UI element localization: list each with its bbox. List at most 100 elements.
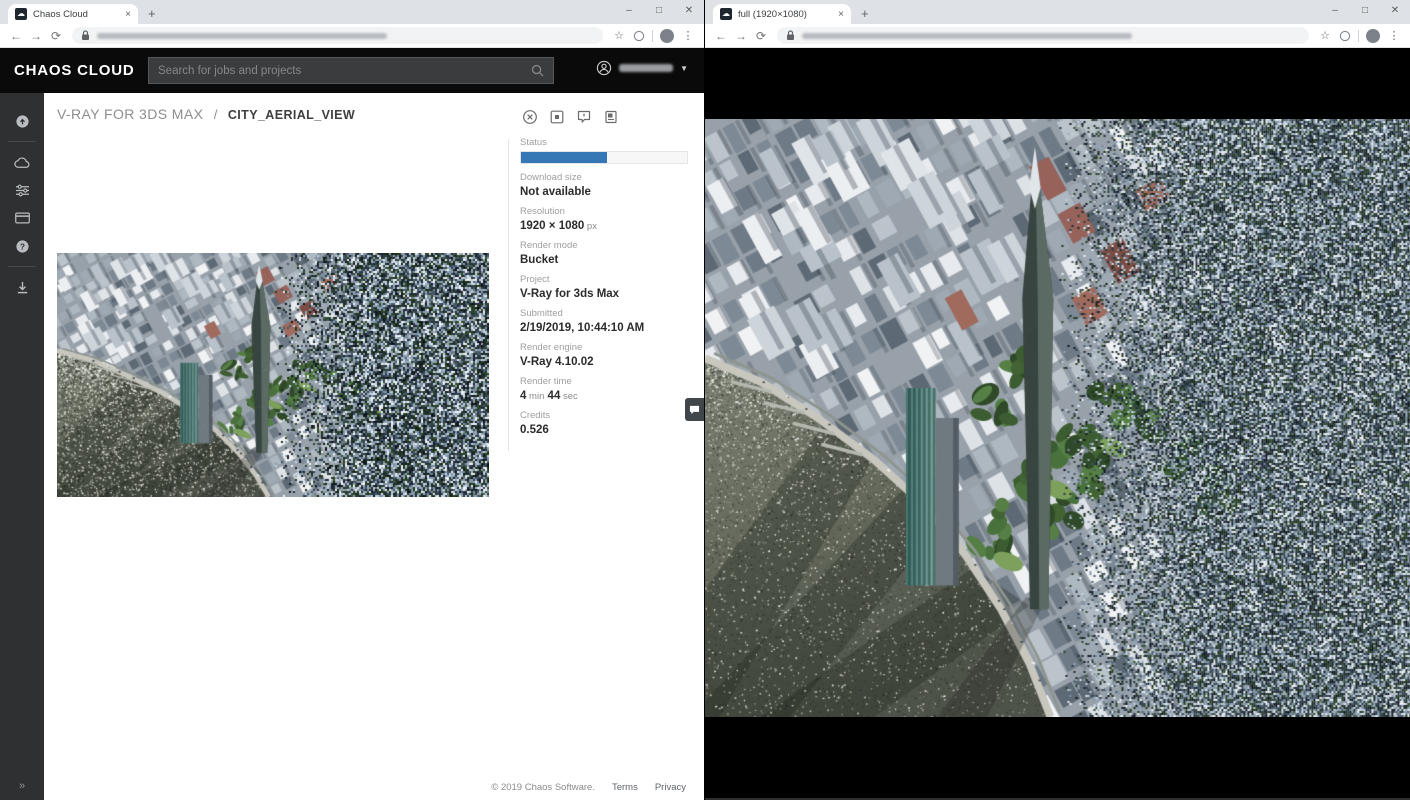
detail-render-time: Render time4 min 44 sec	[520, 376, 692, 402]
toolbar-separator	[1358, 30, 1359, 42]
tab-close-icon[interactable]: ×	[838, 9, 844, 20]
chevron-down-icon: ▼	[680, 64, 688, 73]
status-progress-fill	[521, 152, 607, 163]
detail-value: V-Ray for 3ds Max	[520, 288, 692, 300]
detail-credits: Credits 0.526	[520, 410, 692, 436]
maximize-button[interactable]: □	[1350, 0, 1380, 24]
detail-label: Render mode	[520, 240, 692, 251]
tab-title: Chaos Cloud	[33, 9, 121, 20]
sidebar: ? »	[0, 93, 44, 800]
detail-label: Credits	[520, 410, 692, 421]
chaos-cloud-favicon: ☁	[15, 8, 27, 20]
new-tab-button[interactable]: +	[148, 6, 156, 21]
new-tab-button[interactable]: +	[861, 6, 869, 21]
browser-toolbar: ← → ⟳ ☆ ⋮	[0, 24, 704, 48]
detail-render-engine: Render engineV-Ray 4.10.02	[520, 342, 692, 368]
browser-menu-icon[interactable]: ⋮	[1384, 29, 1404, 42]
tab-full-image[interactable]: ☁ full (1920×1080) ×	[713, 4, 851, 24]
window-controls: – □ ✕	[614, 0, 704, 24]
detail-label: Resolution	[520, 206, 692, 217]
sidebar-item-cloud[interactable]	[0, 148, 44, 176]
sidebar-item-downloads[interactable]	[0, 273, 44, 301]
forward-icon[interactable]: →	[26, 29, 46, 43]
tab-close-icon[interactable]: ×	[125, 9, 131, 20]
detail-label: Render engine	[520, 342, 692, 353]
extension-icon[interactable]	[1335, 30, 1355, 42]
sidebar-expand-icon[interactable]: »	[0, 780, 44, 792]
browser-window-full-image: ☁ full (1920×1080) × + – □ ✕ ← → ⟳ ☆ ⋮	[705, 0, 1410, 800]
close-button[interactable]: ✕	[1380, 0, 1410, 24]
report-problem-icon[interactable]	[576, 109, 592, 125]
sidebar-divider	[8, 141, 36, 142]
breadcrumb-project-link[interactable]: V-RAY FOR 3DS MAX	[57, 106, 203, 122]
profile-avatar[interactable]	[660, 29, 674, 43]
bookmark-star-icon[interactable]: ☆	[609, 29, 629, 42]
job-detail-page: V-RAY FOR 3DS MAX / CITY_AERIAL_VIEW	[44, 93, 704, 800]
window-controls: – □ ✕	[1320, 0, 1410, 24]
chaos-cloud-favicon: ☁	[720, 8, 732, 20]
reload-icon[interactable]: ⟳	[46, 29, 66, 43]
detail-label: Status	[520, 137, 692, 148]
render-thumbnail[interactable]	[57, 253, 489, 497]
browser-window-chaos-cloud: ☁ Chaos Cloud × + – □ ✕ ← → ⟳ ☆ ⋮	[0, 0, 704, 800]
feedback-bubble-icon	[689, 405, 700, 415]
stop-job-icon[interactable]	[549, 109, 565, 125]
svg-text:?: ?	[19, 241, 24, 251]
url-redacted	[802, 33, 1132, 39]
detail-value: 2/19/2019, 10:44:10 AM	[520, 322, 692, 334]
detail-resolution: Resolution1920 × 1080 px	[520, 206, 692, 232]
detail-value: 0.526	[520, 424, 692, 436]
tab-chaos-cloud[interactable]: ☁ Chaos Cloud ×	[8, 4, 138, 24]
image-viewer	[705, 48, 1410, 800]
sidebar-item-help[interactable]: ?	[0, 232, 44, 260]
detail-render-mode: Render modeBucket	[520, 240, 692, 266]
titlebar[interactable]: ☁ Chaos Cloud × + – □ ✕	[0, 0, 704, 24]
status-progress-bar	[520, 151, 688, 164]
sidebar-item-billing[interactable]	[0, 204, 44, 232]
minimize-button[interactable]: –	[614, 0, 644, 24]
back-icon[interactable]: ←	[711, 29, 731, 43]
sidebar-item-jobs[interactable]	[0, 176, 44, 204]
forward-icon[interactable]: →	[731, 29, 751, 43]
bookmark-star-icon[interactable]: ☆	[1315, 29, 1335, 42]
sidebar-item-render[interactable]	[0, 107, 44, 135]
lock-icon	[786, 30, 795, 41]
maximize-button[interactable]: □	[644, 0, 674, 24]
titlebar[interactable]: ☁ full (1920×1080) × + – □ ✕	[705, 0, 1410, 24]
user-menu[interactable]: ▼	[596, 60, 688, 76]
privacy-link[interactable]: Privacy	[655, 782, 686, 793]
back-icon[interactable]: ←	[6, 29, 26, 43]
address-bar[interactable]	[777, 27, 1309, 44]
full-render-image	[705, 119, 1410, 717]
close-button[interactable]: ✕	[674, 0, 704, 24]
toolbar-separator	[652, 30, 653, 42]
detail-value: 4 min 44 sec	[520, 390, 692, 402]
job-actions	[522, 109, 619, 125]
terms-link[interactable]: Terms	[612, 782, 638, 793]
cancel-job-icon[interactable]	[522, 109, 538, 125]
user-icon	[596, 60, 612, 76]
panel-divider	[508, 139, 509, 451]
url-redacted	[97, 33, 387, 39]
detail-submitted: Submitted2/19/2019, 10:44:10 AM	[520, 308, 692, 334]
page-footer: © 2019 Chaos Software. Terms Privacy	[491, 782, 686, 793]
extension-icon[interactable]	[629, 30, 649, 42]
chaos-cloud-logo[interactable]: CHAOS CLOUD	[14, 62, 134, 79]
sidebar-divider	[8, 266, 36, 267]
minimize-button[interactable]: –	[1320, 0, 1350, 24]
search-icon[interactable]	[531, 64, 544, 77]
detail-status: Status	[520, 137, 692, 164]
search-input[interactable]	[158, 65, 531, 77]
copyright-text: © 2019 Chaos Software.	[491, 782, 595, 793]
profile-avatar[interactable]	[1366, 29, 1380, 43]
address-bar[interactable]	[72, 27, 603, 44]
tab-title: full (1920×1080)	[738, 9, 834, 20]
search-box[interactable]	[148, 57, 554, 84]
reload-icon[interactable]: ⟳	[751, 29, 771, 43]
lock-icon	[81, 30, 90, 41]
job-report-icon[interactable]	[603, 109, 619, 125]
feedback-tab[interactable]	[685, 398, 704, 421]
detail-value: Not available	[520, 186, 692, 198]
detail-download-size: Download sizeNot available	[520, 172, 692, 198]
browser-menu-icon[interactable]: ⋮	[678, 29, 698, 42]
